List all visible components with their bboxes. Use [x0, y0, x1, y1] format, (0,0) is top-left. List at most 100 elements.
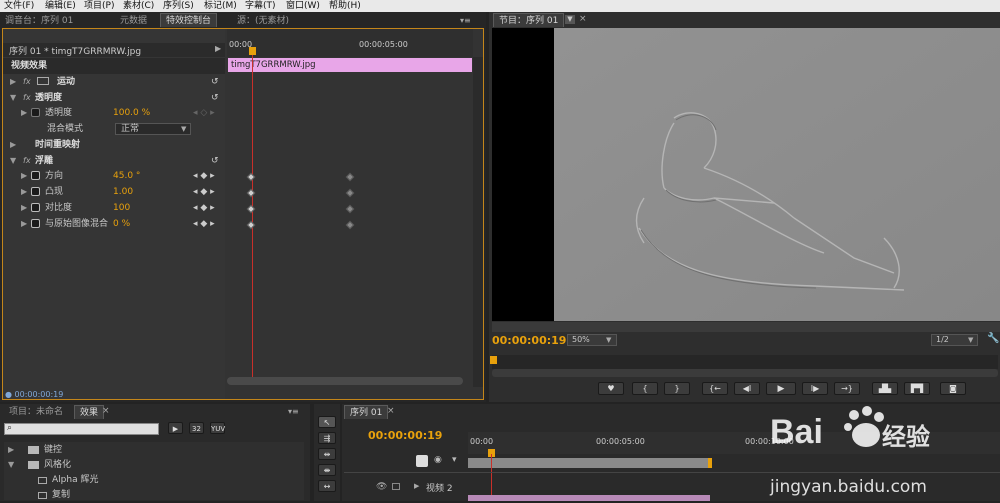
prop-value[interactable]: 100.0 %: [113, 105, 150, 121]
selection-tool-icon[interactable]: ↖: [318, 416, 336, 428]
reset-icon[interactable]: ↺: [211, 153, 219, 169]
keyframe-icon[interactable]: [246, 188, 256, 198]
menu-window[interactable]: 窗口(W): [286, 0, 320, 12]
effect-emboss[interactable]: ▼ fx 浮雕 ↺: [3, 153, 225, 169]
stopwatch-icon[interactable]: [31, 187, 40, 196]
tab-program[interactable]: 节目：序列 01: [493, 13, 565, 27]
tab-metadata[interactable]: 元数据: [115, 14, 152, 28]
program-playhead[interactable]: [490, 356, 497, 364]
keyframe-icon[interactable]: [345, 188, 355, 198]
mark-in-button[interactable]: {: [632, 382, 658, 395]
fx-icon[interactable]: fx: [23, 74, 31, 90]
step-back-button[interactable]: ◀I: [734, 382, 760, 395]
play-button[interactable]: ▶: [766, 382, 796, 395]
keyframe-nav-icon[interactable]: ◂ ◆ ▸: [193, 184, 215, 200]
transform-icon[interactable]: [37, 77, 49, 85]
accelerated-effects-icon[interactable]: ▶: [168, 422, 183, 434]
program-timecode[interactable]: 00:00:00:19: [492, 334, 566, 347]
chevron-down-icon[interactable]: ▼: [606, 336, 611, 344]
reset-icon[interactable]: ↺: [211, 74, 219, 90]
rolling-edit-tool-icon[interactable]: ⇼: [318, 464, 336, 476]
mini-timeline-ruler[interactable]: [227, 29, 473, 57]
keyframe-icon[interactable]: [345, 204, 355, 214]
expand-icon[interactable]: ▶: [414, 482, 419, 490]
yuv-effects-icon[interactable]: YUV: [210, 422, 225, 434]
prop-value[interactable]: 100: [113, 200, 130, 216]
horizontal-scrollbar[interactable]: [227, 377, 463, 385]
go-to-in-button[interactable]: {←: [702, 382, 728, 395]
stopwatch-icon[interactable]: [31, 219, 40, 228]
stopwatch-icon[interactable]: [31, 108, 40, 117]
fx-icon[interactable]: fx: [23, 153, 31, 169]
ripple-edit-tool-icon[interactable]: ⇹: [318, 448, 336, 460]
marker-icon[interactable]: ◉: [434, 455, 442, 465]
expand-icon[interactable]: ▶: [21, 184, 27, 200]
menu-help[interactable]: 帮助(H): [329, 0, 361, 12]
effect-time-remap[interactable]: ▶ 时间重映射: [3, 137, 225, 153]
wrench-icon[interactable]: 🔧: [987, 333, 999, 344]
rate-stretch-tool-icon[interactable]: ↔: [318, 480, 336, 492]
track-select-tool-icon[interactable]: ⇶: [318, 432, 336, 444]
tree-item-alpha-glow[interactable]: Alpha 辉光: [4, 472, 304, 488]
work-area-bar[interactable]: [468, 458, 710, 468]
collapse-icon[interactable]: ▼: [10, 90, 16, 106]
close-icon[interactable]: ×: [387, 406, 395, 416]
tree-item-keying[interactable]: ▶ 键控: [4, 442, 304, 458]
blend-mode-select[interactable]: 正常: [115, 123, 191, 135]
vertical-scrollbar[interactable]: [473, 57, 483, 387]
effect-opacity[interactable]: ▼ fx 透明度 ↺: [3, 90, 225, 106]
go-to-out-button[interactable]: →}: [834, 382, 860, 395]
mark-out-button[interactable]: }: [664, 382, 690, 395]
close-icon[interactable]: ×: [102, 406, 110, 416]
keyframe-add-icon[interactable]: ▾: [452, 455, 457, 465]
program-video-frame[interactable]: [554, 28, 1000, 321]
program-timeline-bar[interactable]: [492, 355, 998, 369]
menu-marker[interactable]: 标记(M): [204, 0, 237, 12]
footer-timecode[interactable]: 00:00:00:19: [15, 390, 64, 399]
program-scrub-area[interactable]: [492, 322, 1000, 332]
expand-icon[interactable]: ▶: [21, 216, 27, 232]
expand-icon[interactable]: ▶: [8, 442, 14, 458]
stopwatch-icon[interactable]: [31, 203, 40, 212]
collapse-icon[interactable]: ▼: [10, 153, 16, 169]
menu-file[interactable]: 文件(F): [4, 0, 34, 12]
lift-button[interactable]: ▟▙: [872, 382, 898, 395]
panel-menu-icon[interactable]: ▾≡: [288, 407, 299, 416]
clip-bar[interactable]: timgT7GRRMRW.jpg: [228, 58, 472, 72]
prop-value[interactable]: 0 %: [113, 216, 130, 232]
close-icon[interactable]: ×: [579, 14, 587, 24]
timeline-timecode[interactable]: 00:00:00:19: [368, 429, 442, 442]
keyframe-nav-icon[interactable]: ◂ ◇ ▸: [193, 105, 215, 121]
expand-icon[interactable]: ▶: [21, 200, 27, 216]
eye-icon[interactable]: 👁: [376, 482, 387, 492]
search-input[interactable]: ⌕: [4, 423, 159, 435]
expand-icon[interactable]: ▶: [21, 168, 27, 184]
keyframe-icon[interactable]: [246, 172, 256, 182]
step-forward-button[interactable]: I▶: [802, 382, 828, 395]
menu-title[interactable]: 字幕(T): [245, 0, 276, 12]
keyframe-icon[interactable]: [246, 204, 256, 214]
tab-project[interactable]: 项目：未命名: [4, 405, 68, 419]
expand-icon[interactable]: ▶: [21, 105, 27, 121]
tab-effect-controls[interactable]: 特效控制台: [160, 13, 218, 27]
tab-sequence[interactable]: 序列 01: [344, 405, 389, 419]
work-area-end[interactable]: [708, 458, 712, 468]
effect-motion[interactable]: ▶ fx 运动 ↺: [3, 74, 225, 90]
prop-value[interactable]: 45.0 °: [113, 168, 140, 184]
track-clip[interactable]: [468, 495, 710, 501]
32bit-effects-icon[interactable]: 32: [189, 422, 204, 434]
chevron-down-icon[interactable]: ▼: [968, 336, 973, 344]
keyframe-nav-icon[interactable]: ◂ ◆ ▸: [193, 216, 215, 232]
fx-icon[interactable]: fx: [23, 90, 31, 106]
keyframe-icon[interactable]: [345, 220, 355, 230]
menu-edit[interactable]: 编辑(E): [45, 0, 76, 12]
keyframe-icon[interactable]: [246, 220, 256, 230]
collapse-icon[interactable]: ▼: [8, 457, 14, 473]
tab-effects[interactable]: 效果: [74, 405, 105, 419]
expand-icon[interactable]: ▶: [10, 137, 16, 153]
snap-icon[interactable]: [416, 455, 428, 467]
tree-item-stylize[interactable]: ▼ 风格化: [4, 457, 304, 473]
lock-icon[interactable]: [392, 483, 400, 490]
export-frame-button[interactable]: ◙: [940, 382, 966, 395]
play-only-icon[interactable]: ▶: [215, 44, 221, 53]
